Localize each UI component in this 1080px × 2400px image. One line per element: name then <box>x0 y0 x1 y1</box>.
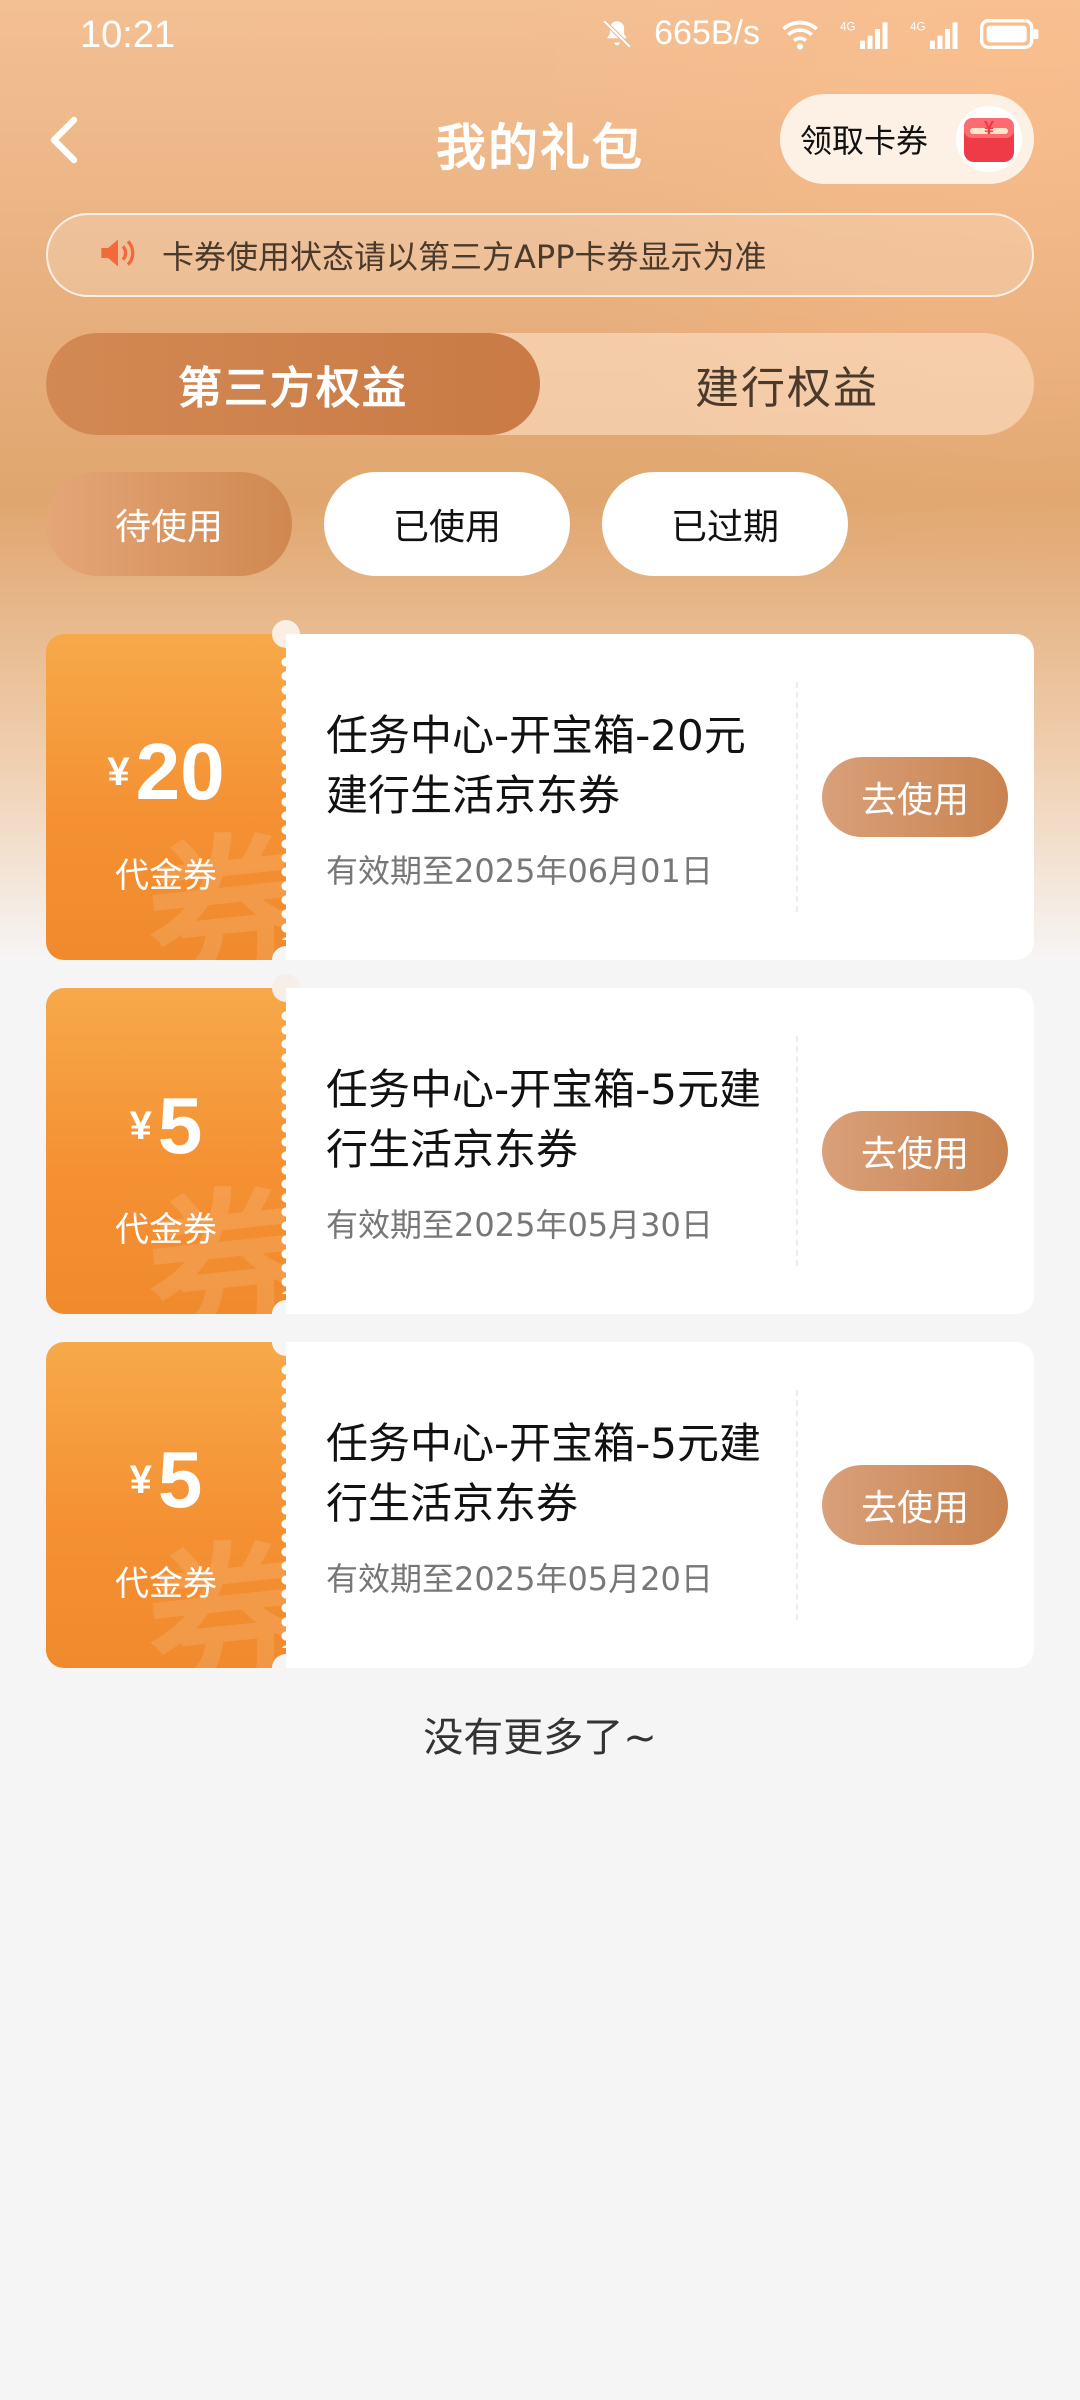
coupon-value: 20 <box>135 727 225 816</box>
speaker-icon <box>98 236 138 274</box>
use-coupon-button[interactable]: 去使用 <box>822 1465 1008 1545</box>
notice-banner: 卡券使用状态请以第三方APP卡券显示为准 <box>46 213 1034 297</box>
coupon-type: 代金券 <box>115 1564 217 1604</box>
signal-icon: 4G <box>840 17 890 51</box>
coupon-card: 券 ¥5 代金券 任务中心-开宝箱-5元建行生活京东券 有效期至2025年05月… <box>46 1328 1034 1682</box>
use-coupon-button[interactable]: 去使用 <box>822 1111 1008 1191</box>
coupon-expiry: 有效期至2025年05月20日 <box>326 1560 713 1598</box>
svg-text:4G: 4G <box>910 20 926 33</box>
coupon-divider <box>796 682 798 912</box>
no-more-text: 没有更多了~ <box>423 1715 657 1761</box>
coupon-details: 任务中心-开宝箱-5元建行生活京东券 有效期至2025年05月20日 去使用 <box>286 1342 1034 1668</box>
network-speed: 665B/s <box>654 14 760 52</box>
header: 我的礼包 领取卡券 ¥ <box>0 90 1080 190</box>
coupon-value-panel: 券 ¥5 代金券 <box>46 1342 286 1668</box>
coupon-card: 券 ¥20 代金券 任务中心-开宝箱-20元建行生活京东券 有效期至2025年0… <box>46 620 1034 974</box>
coupon-amount: ¥5 <box>46 1080 286 1172</box>
claim-coupon-label: 领取卡券 <box>800 122 929 160</box>
svg-text:¥: ¥ <box>984 118 994 138</box>
battery-icon <box>980 18 1040 50</box>
coupon-divider <box>796 1036 798 1266</box>
coupon-title: 任务中心-开宝箱-20元建行生活京东券 <box>326 711 746 820</box>
coupon-divider <box>796 1390 798 1620</box>
coupon-value: 5 <box>157 1435 203 1524</box>
status-filters: 待使用 已使用 已过期 <box>46 472 848 576</box>
claim-coupon-button[interactable]: 领取卡券 ¥ <box>780 94 1034 184</box>
coupon-title: 任务中心-开宝箱-5元建行生活京东券 <box>326 1419 762 1528</box>
status-icons: 665B/s 4G 4G <box>600 14 1040 53</box>
coupon-type: 代金券 <box>115 856 217 896</box>
coupon-details: 任务中心-开宝箱-20元建行生活京东券 有效期至2025年06月01日 去使用 <box>286 634 1034 960</box>
coupon-value-panel: 券 ¥5 代金券 <box>46 988 286 1314</box>
coupon-title: 任务中心-开宝箱-5元建行生活京东券 <box>326 1065 762 1174</box>
coupon-details: 任务中心-开宝箱-5元建行生活京东券 有效期至2025年05月30日 去使用 <box>286 988 1034 1314</box>
coupon-currency: ¥ <box>107 750 130 794</box>
coupon-card: 券 ¥5 代金券 任务中心-开宝箱-5元建行生活京东券 有效期至2025年05月… <box>46 974 1034 1328</box>
coupon-amount: ¥20 <box>46 726 286 818</box>
coupon-value-panel: 券 ¥20 代金券 <box>46 634 286 960</box>
coupon-expiry: 有效期至2025年05月30日 <box>326 1206 713 1244</box>
coupon-envelope-icon: ¥ <box>954 104 1024 174</box>
filter-unused[interactable]: 待使用 <box>46 472 292 576</box>
use-coupon-button[interactable]: 去使用 <box>822 757 1008 837</box>
coupon-expiry: 有效期至2025年06月01日 <box>326 852 713 890</box>
wifi-icon <box>780 17 820 51</box>
svg-text:4G: 4G <box>840 20 856 33</box>
main-tabs: 第三方权益 建行权益 <box>46 333 1034 435</box>
filter-expired[interactable]: 已过期 <box>602 472 848 576</box>
tab-third-party-benefits[interactable]: 第三方权益 <box>46 333 540 435</box>
filter-used[interactable]: 已使用 <box>324 472 570 576</box>
coupon-currency: ¥ <box>129 1104 152 1148</box>
coupon-amount: ¥5 <box>46 1434 286 1526</box>
signal-icon-2: 4G <box>910 17 960 51</box>
mute-icon <box>600 17 634 51</box>
coupon-currency: ¥ <box>129 1458 152 1502</box>
coupon-type: 代金券 <box>115 1210 217 1250</box>
status-bar: 10:21 665B/s 4G 4G <box>0 0 1080 76</box>
coupon-value: 5 <box>157 1081 203 1170</box>
status-time: 10:21 <box>80 14 176 56</box>
tab-ccb-benefits[interactable]: 建行权益 <box>540 333 1034 435</box>
notice-text: 卡券使用状态请以第三方APP卡券显示为准 <box>162 238 767 276</box>
